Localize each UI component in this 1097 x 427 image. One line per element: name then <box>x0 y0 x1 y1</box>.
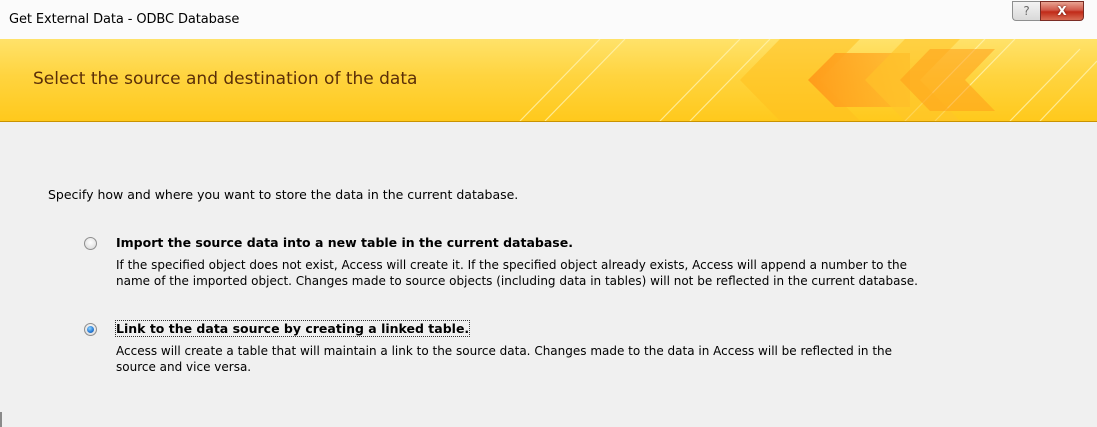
import-description: If the specified object does not exist, … <box>116 257 1066 289</box>
frame-edge <box>0 412 2 427</box>
import-label[interactable]: Import the source data into a new table … <box>116 235 573 250</box>
link-description: Access will create a table that will mai… <box>116 343 1066 375</box>
help-icon: ? <box>1023 4 1030 18</box>
header-banner: Select the source and destination of the… <box>0 39 1097 122</box>
import-description-line: If the specified object does not exist, … <box>116 258 908 272</box>
help-button[interactable]: ? <box>1012 1 1040 21</box>
close-button[interactable]: X <box>1040 1 1084 21</box>
link-radio[interactable] <box>84 323 97 336</box>
instruction-text: Specify how and where you want to store … <box>48 187 519 202</box>
content-area: Specify how and where you want to store … <box>0 122 1097 427</box>
link-description-line: source and vice versa. <box>116 360 252 374</box>
close-icon: X <box>1057 4 1067 18</box>
import-radio[interactable] <box>84 237 97 250</box>
dialog-window: Get External Data - ODBC Database ? X Se… <box>0 0 1097 427</box>
import-description-line: name of the imported object. Changes mad… <box>116 274 918 288</box>
window-title: Get External Data - ODBC Database <box>9 12 240 27</box>
link-label[interactable]: Link to the data source by creating a li… <box>114 320 471 337</box>
link-description-line: Access will create a table that will mai… <box>116 344 893 358</box>
title-bar[interactable]: Get External Data - ODBC Database ? X <box>0 0 1097 39</box>
banner-title: Select the source and destination of the… <box>33 69 418 89</box>
window-controls: ? X <box>1012 1 1084 21</box>
